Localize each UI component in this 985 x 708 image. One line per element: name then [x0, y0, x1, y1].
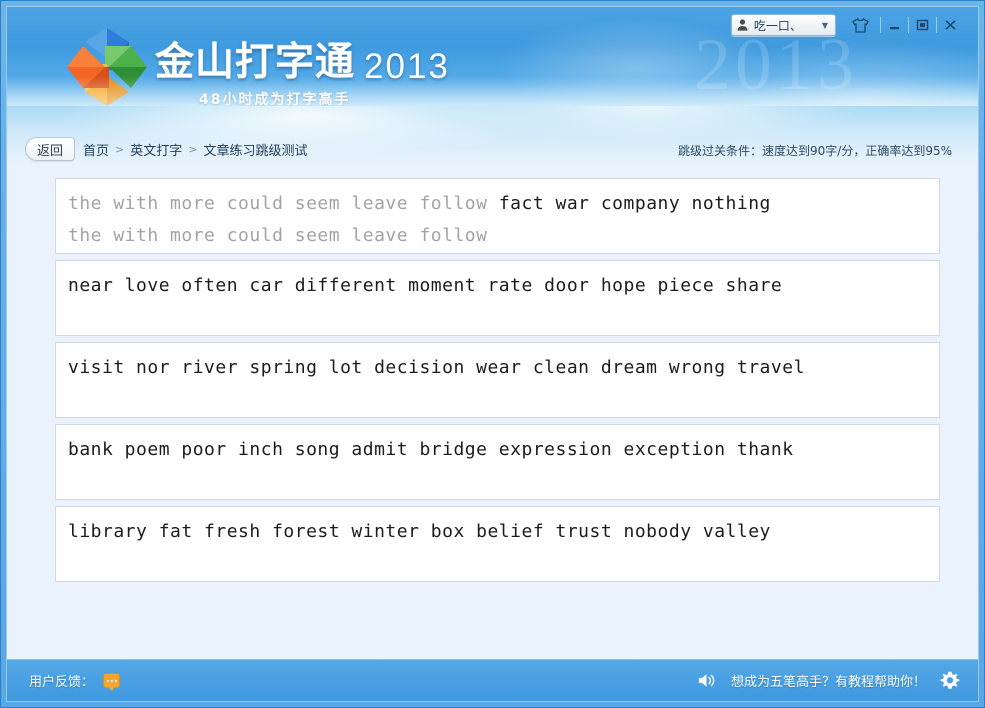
window-client-area: 2013 金山打字通 2013 48小时成为打字高手 吃一口、 ▼ 返回 首页 …: [6, 6, 979, 702]
speech-bubble-icon[interactable]: [103, 673, 121, 691]
user-account-dropdown[interactable]: 吃一口、 ▼: [730, 14, 836, 36]
prompt-typed-text: the with more could seem leave follow: [68, 193, 499, 214]
breadcrumb-item-current: 文章练习跳级测试: [203, 144, 308, 159]
brand-slogan: 48小时成为打字高手: [199, 92, 351, 106]
prompt-line: visit nor river spring lot decision wear…: [68, 352, 927, 384]
typing-line-box[interactable]: library fat fresh forest winter box beli…: [55, 506, 940, 582]
promo-text[interactable]: 想成为五笔高手？有教程帮助你！: [731, 671, 926, 690]
feedback-label: 用户反馈：: [29, 675, 95, 690]
prompt-pending-text: visit nor river spring lot decision wear…: [68, 357, 805, 378]
prompt-pending-text: fact war company nothing: [498, 193, 771, 214]
typing-line-box[interactable]: bank poem poor inch song admit bridge ex…: [55, 424, 940, 500]
breadcrumb-separator-icon: >: [188, 143, 198, 156]
prompt-line: bank poem poor inch song admit bridge ex…: [68, 434, 927, 466]
typing-practice-area: the with more could seem leave follow fa…: [7, 164, 978, 653]
user-name-label: 吃一口、: [753, 18, 802, 33]
breadcrumb: 首页 > 英文打字 > 文章练习跳级测试: [83, 140, 307, 159]
prompt-line: near love often car different moment rat…: [68, 270, 927, 302]
typing-line-box[interactable]: near love often car different moment rat…: [55, 260, 940, 336]
pass-condition-text: 跳级过关条件：速度达到90字/分，正确率达到95%: [678, 144, 952, 158]
typing-line-box[interactable]: visit nor river spring lot decision wear…: [55, 342, 940, 418]
prompt-line: the with more could seem leave follow fa…: [68, 188, 927, 220]
app-banner: 2013 金山打字通 2013 48小时成为打字高手 吃一口、 ▼: [7, 7, 978, 106]
minimize-icon: [890, 26, 899, 29]
person-icon: [737, 19, 748, 31]
prompt-pending-text: bank poem poor inch song admit bridge ex…: [68, 439, 794, 460]
footer-promo: 想成为五笔高手？有教程帮助你！: [697, 671, 960, 691]
user-input-line[interactable]: the with more could seem leave follow: [68, 220, 927, 252]
prompt-pending-text: library fat fresh forest winter box beli…: [68, 521, 771, 542]
close-button[interactable]: [937, 15, 964, 36]
speaker-icon[interactable]: [697, 672, 717, 689]
maximize-button[interactable]: [909, 15, 936, 36]
breadcrumb-separator-icon: >: [115, 143, 125, 156]
skin-button[interactable]: [846, 14, 874, 36]
kingsoft-pinwheel-logo: [67, 28, 147, 106]
footer-bar: 用户反馈： 想成为五笔高手？有教程帮助你！: [7, 659, 978, 701]
back-button-label: 返回: [36, 143, 63, 159]
close-icon: [945, 20, 956, 30]
prompt-pending-text: near love often car different moment rat…: [68, 275, 783, 296]
minimize-button[interactable]: [881, 15, 908, 36]
application-window: 2013 金山打字通 2013 48小时成为打字高手 吃一口、 ▼ 返回 首页 …: [0, 0, 985, 708]
breadcrumb-item-english-typing[interactable]: 英文打字: [130, 140, 182, 159]
gear-icon[interactable]: [940, 671, 960, 691]
bubble-dot: [110, 679, 113, 682]
brand-block: 金山打字通 2013 48小时成为打字高手: [155, 31, 450, 106]
chevron-down-icon: ▼: [821, 20, 828, 30]
bubble-dot: [114, 679, 117, 682]
breadcrumb-item-home[interactable]: 首页: [83, 140, 109, 159]
bubble-dot: [106, 679, 109, 682]
prompt-line: library fat fresh forest winter box beli…: [68, 516, 927, 548]
maximize-icon: [916, 19, 929, 31]
tshirt-icon: [851, 17, 869, 33]
brand-year: 2013: [364, 47, 450, 86]
brand-name: 金山打字通: [155, 40, 356, 85]
back-button[interactable]: 返回: [25, 137, 75, 161]
typing-line-box[interactable]: the with more could seem leave follow fa…: [55, 178, 940, 254]
titlebar-controls: 吃一口、 ▼: [730, 14, 964, 36]
